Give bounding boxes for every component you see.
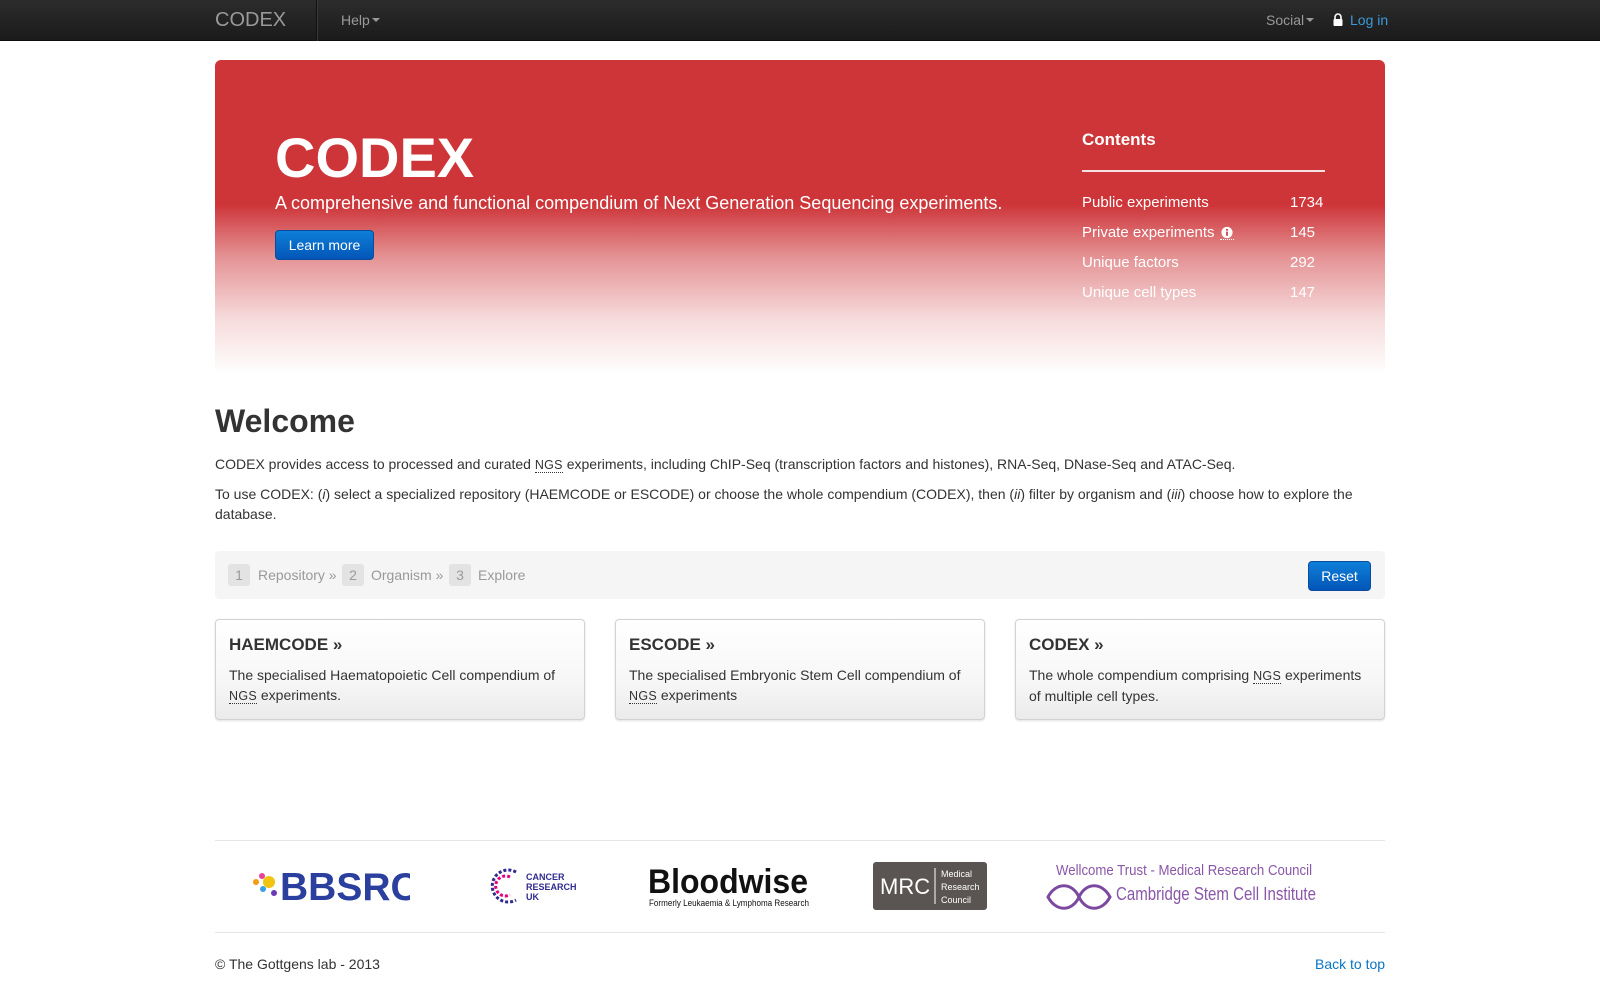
card-text: The whole compendium comprising (1029, 667, 1254, 683)
bloodwise-logo-image: Bloodwise Formerly Leukaemia & Lymphoma … (648, 863, 809, 908)
card-haemcode[interactable]: HAEMCODE » The specialised Haematopoieti… (215, 619, 585, 720)
info-icon[interactable] (1219, 226, 1234, 240)
step-number: 1 (228, 564, 250, 586)
svg-text:Wellcome Trust - Medical Resea: Wellcome Trust - Medical Research Counci… (1056, 862, 1312, 879)
svg-text:CANCER: CANCER (526, 872, 565, 882)
contents-value: 1734 (1290, 194, 1324, 211)
svg-text:UK: UK (526, 892, 539, 902)
usage-text: ) filter by organism and ( (1020, 486, 1172, 502)
learn-more-button[interactable]: Learn more (275, 230, 374, 260)
social-menu-label: Social (1266, 12, 1305, 28)
caret-down-icon (371, 18, 380, 23)
card-description: The specialised Embryonic Stem Cell comp… (629, 665, 974, 706)
usage-text: To use CODEX: ( (215, 486, 323, 502)
cancer-research-uk-logo[interactable]: CANCER RESEARCH UK (482, 860, 582, 912)
contents-row-celltypes: Unique cell types 147 (1082, 284, 1325, 301)
svg-text:Council: Council (941, 895, 971, 905)
intro-paragraph: CODEX provides access to processed and c… (215, 454, 1385, 475)
copyright-text: © The Gottgens lab - 2013 (215, 956, 380, 972)
mrc-logo[interactable]: MRC Medical Research Council (873, 860, 987, 912)
card-codex[interactable]: CODEX » The whole compendium comprising … (1015, 619, 1385, 720)
intro-text: CODEX provides access to processed and c… (215, 456, 535, 472)
card-text: experiments. (257, 687, 342, 703)
nav-divider (316, 0, 317, 41)
contents-title: Contents (1082, 130, 1156, 149)
help-menu-label: Help (341, 12, 370, 28)
svg-text:Formerly Leukaemia & Lymphoma: Formerly Leukaemia & Lymphoma Research (649, 898, 809, 908)
contents-divider (1082, 170, 1325, 172)
welcome-heading: Welcome (215, 403, 355, 439)
ngs-abbr: NGS (1253, 669, 1282, 684)
ngs-abbr: NGS (629, 689, 657, 704)
bloodwise-logo[interactable]: Bloodwise Formerly Leukaemia & Lymphoma … (648, 860, 814, 912)
svg-text:BBSRC: BBSRC (280, 866, 410, 909)
contents-label: Unique cell types (1082, 284, 1197, 301)
contents-label: Unique factors (1082, 254, 1179, 271)
wellcome-mrc-stem-cell-logo[interactable]: Wellcome Trust - Medical Research Counci… (1044, 860, 1320, 912)
steps-breadcrumb: 1 Repository » 2 Organism » 3 Explore Re… (215, 551, 1385, 599)
step-number: 3 (449, 564, 471, 586)
card-text: The specialised Embryonic Stem Cell comp… (629, 667, 961, 683)
footer-divider (215, 932, 1385, 933)
svg-text:Medical: Medical (941, 869, 972, 879)
wellcome-mrc-stem-cell-logo-image: Wellcome Trust - Medical Research Counci… (1046, 862, 1316, 910)
caret-down-icon (1306, 18, 1315, 23)
intro-text: experiments, including ChIP-Seq (transcr… (562, 456, 1236, 472)
step-label-organism: Organism » (371, 567, 444, 583)
mrc-logo-image: MRC Medical Research Council (873, 862, 987, 910)
svg-text:MRC: MRC (880, 874, 930, 899)
card-escode[interactable]: ESCODE » The specialised Embryonic Stem … (615, 619, 985, 720)
usage-paragraph: To use CODEX: (i) select a specialized r… (215, 484, 1365, 524)
step-number: 2 (342, 564, 364, 586)
navbar: CODEX Help Social Log in (0, 0, 1600, 41)
contents-label: Private experiments (1082, 224, 1215, 241)
bbsrc-logo-image: BBSRC (253, 866, 410, 909)
card-text: experiments (657, 687, 738, 703)
card-title[interactable]: HAEMCODE » (229, 635, 342, 655)
step-label-explore: Explore (478, 567, 526, 583)
hero-banner: CODEX A comprehensive and functional com… (215, 60, 1385, 375)
card-title[interactable]: ESCODE » (629, 635, 715, 655)
ngs-abbr: NGS (229, 689, 257, 704)
hero-subtitle: A comprehensive and functional compendiu… (275, 193, 1003, 213)
svg-text:Cambridge Stem Cell Institute: Cambridge Stem Cell Institute (1116, 884, 1316, 904)
help-menu[interactable]: Help (341, 12, 380, 28)
card-text: The specialised Haematopoietic Cell comp… (229, 667, 556, 683)
cancer-research-uk-logo-image: CANCER RESEARCH UK (490, 868, 577, 904)
contents-row-public: Public experiments 1734 (1082, 194, 1325, 211)
svg-text:RESEARCH: RESEARCH (526, 882, 577, 892)
contents-label: Public experiments (1082, 194, 1209, 211)
card-description: The specialised Haematopoietic Cell comp… (229, 665, 574, 706)
hero-title: CODEX (275, 126, 475, 189)
contents-row-factors: Unique factors 292 (1082, 254, 1325, 271)
bbsrc-logo[interactable]: BBSRC (250, 860, 410, 912)
brand-link[interactable]: CODEX (215, 9, 286, 32)
contents-value: 145 (1290, 224, 1316, 241)
card-title[interactable]: CODEX » (1029, 635, 1104, 655)
card-description: The whole compendium comprising NGS expe… (1029, 665, 1374, 706)
login-link[interactable]: Log in (1331, 12, 1388, 28)
login-label: Log in (1350, 12, 1389, 28)
lock-icon (1333, 13, 1343, 26)
footer-divider (215, 840, 1385, 841)
social-menu[interactable]: Social (1266, 12, 1315, 28)
step-label-repository: Repository » (258, 567, 337, 583)
svg-text:Bloodwise: Bloodwise (648, 863, 808, 901)
usage-text: ) select a specialized repository (HAEMC… (325, 486, 1015, 502)
contents-value: 292 (1290, 254, 1316, 271)
contents-row-private: Private experiments 145 (1082, 224, 1325, 241)
reset-button[interactable]: Reset (1308, 561, 1371, 591)
ngs-abbr: NGS (534, 458, 563, 473)
contents-value: 147 (1290, 284, 1316, 301)
svg-text:Research: Research (941, 882, 980, 892)
usage-step-marker: iii (1171, 486, 1181, 502)
back-to-top-link[interactable]: Back to top (1315, 956, 1385, 972)
